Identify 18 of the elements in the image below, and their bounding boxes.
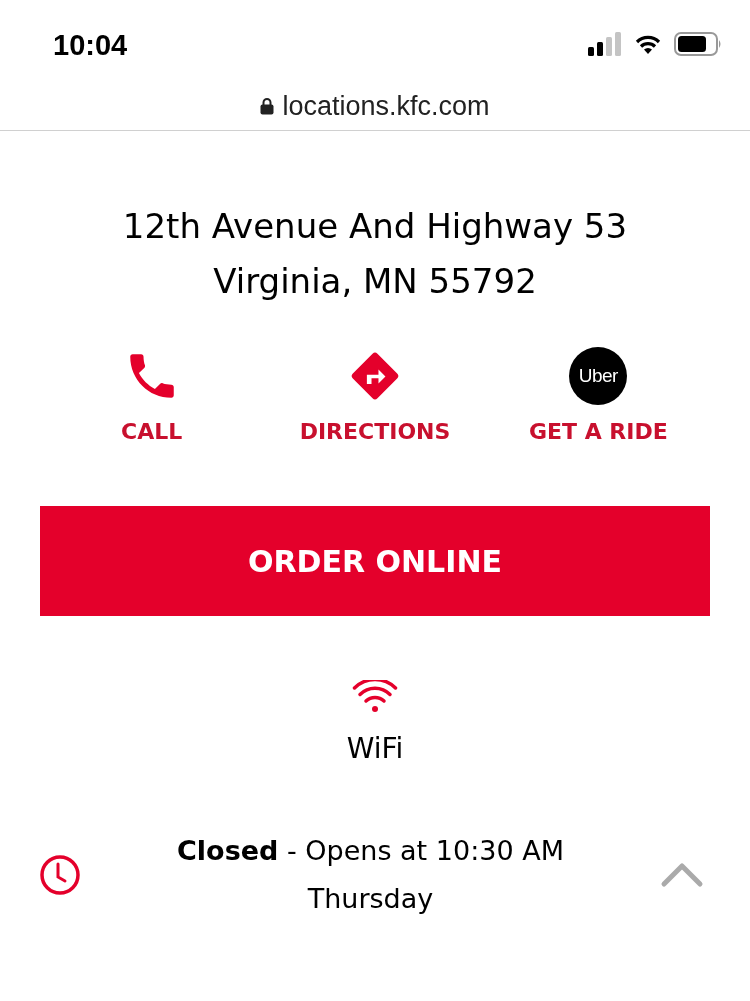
action-link[interactable]: GET A RIDE bbox=[528, 419, 668, 444]
url-text[interactable]: locations.kfc.com bbox=[282, 90, 490, 122]
hours-status: Closed - Opens at 10:30 AM bbox=[177, 834, 564, 868]
lock-icon bbox=[260, 97, 275, 115]
hours-day: Thursday bbox=[177, 875, 564, 923]
clock-icon bbox=[39, 854, 81, 896]
signal-icon bbox=[588, 32, 622, 56]
order-online-button[interactable]: ORDER ONLINE bbox=[40, 506, 710, 616]
uber-logo[interactable]: Uber bbox=[569, 347, 628, 405]
action-link[interactable]: CALL bbox=[121, 419, 183, 444]
status-time: 10:04 bbox=[53, 27, 128, 62]
address-line: Virginia, MN 55792 bbox=[212, 260, 538, 303]
amenity-label: WiFi bbox=[346, 732, 404, 765]
battery-icon bbox=[674, 32, 722, 56]
wifi-icon bbox=[634, 33, 662, 55]
address-line: 12th Avenue And Highway 53 bbox=[121, 205, 629, 248]
action-link[interactable]: DIRECTIONS bbox=[299, 419, 451, 444]
wifi-icon bbox=[352, 680, 398, 714]
